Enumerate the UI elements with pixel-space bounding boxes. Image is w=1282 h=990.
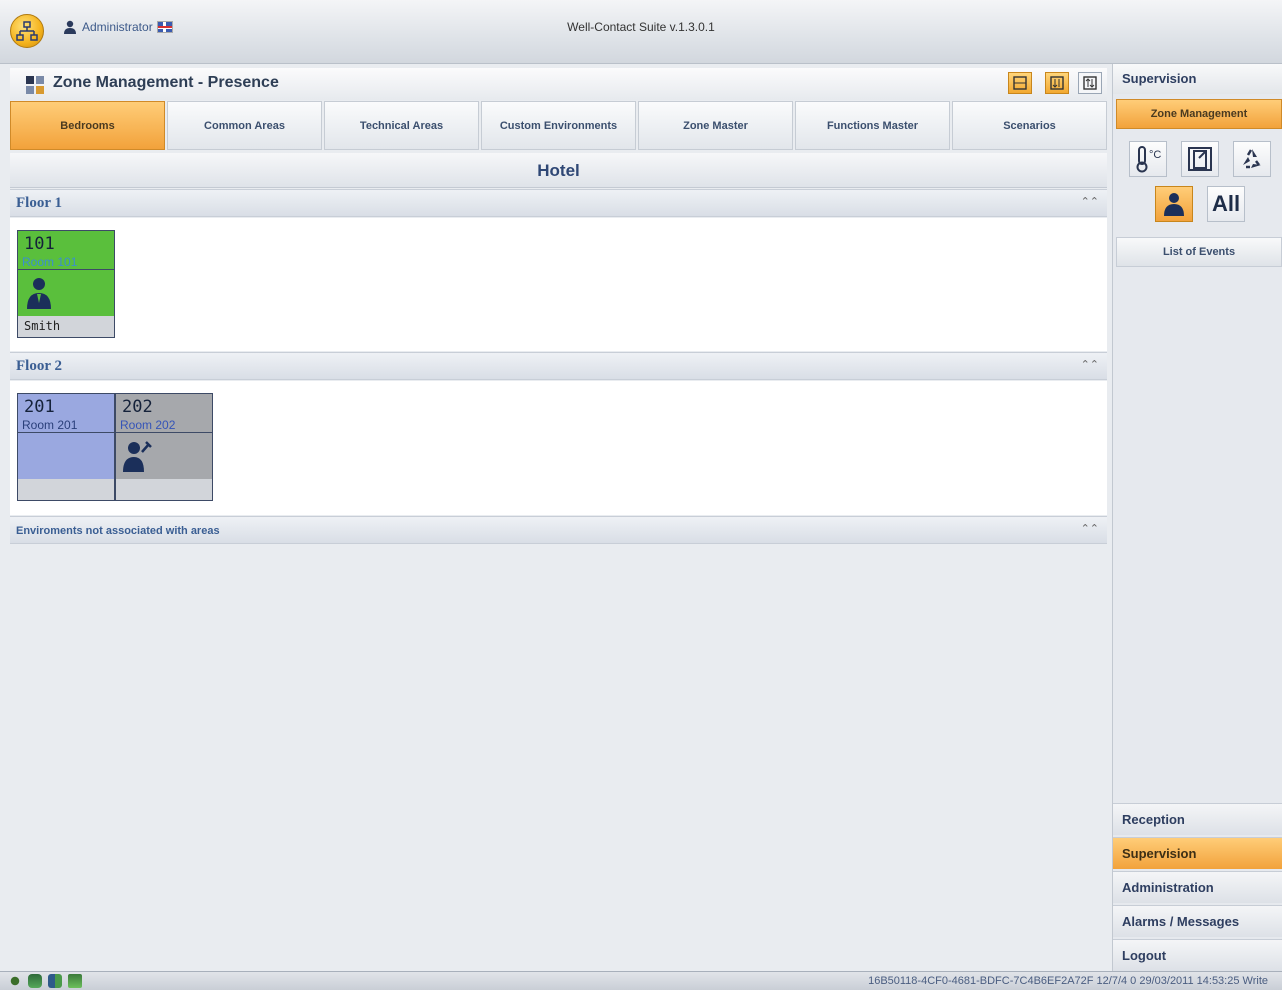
nav-supervision[interactable]: Supervision xyxy=(1113,837,1282,869)
collapse-icon[interactable]: ⌃⌃ xyxy=(1081,195,1099,208)
room-card-icon xyxy=(1013,76,1027,90)
all-label: All xyxy=(1211,191,1241,216)
room-name: Room 101 xyxy=(22,255,78,269)
sort-reverse-icon xyxy=(1083,76,1097,90)
presence-filter-button[interactable] xyxy=(1155,186,1193,222)
sort-icon xyxy=(1050,76,1064,90)
tab-scenarios[interactable]: Scenarios xyxy=(952,101,1107,150)
room-card-202[interactable]: 202 Room 202 xyxy=(115,393,213,501)
room-divider xyxy=(18,269,114,270)
floor-1-header[interactable]: Floor 1 ⌃⌃ xyxy=(10,189,1107,217)
guest-name xyxy=(116,479,212,500)
floor-2-header[interactable]: Floor 2 ⌃⌃ xyxy=(10,352,1107,380)
zone-management-icon xyxy=(26,76,44,94)
tab-custom-environments[interactable]: Custom Environments xyxy=(481,101,636,150)
sidebar: Supervision Zone Management °C All List … xyxy=(1112,64,1282,971)
status-text: 16B50118-4CF0-4681-BDFC-7C4B6EF2A72F 12/… xyxy=(868,975,1268,987)
nav-administration[interactable]: Administration xyxy=(1113,871,1282,903)
tab-functions-master[interactable]: Functions Master xyxy=(795,101,950,150)
room-divider xyxy=(18,432,114,433)
tab-zone-master[interactable]: Zone Master xyxy=(638,101,793,150)
sort-ascending-button[interactable] xyxy=(1045,72,1069,94)
device-icon xyxy=(68,974,82,988)
recycle-button[interactable] xyxy=(1233,141,1271,177)
thermometer-icon: °C xyxy=(1136,146,1161,173)
room-number: 101 xyxy=(24,234,55,254)
tab-technical-areas[interactable]: Technical Areas xyxy=(324,101,479,150)
floor-2-body: 201 Room 201 202 Room 202 xyxy=(10,381,1107,515)
floor-1-body: 101 Room 101 Smith xyxy=(10,218,1107,351)
svg-text:°C: °C xyxy=(1149,149,1161,161)
building-title: Hotel xyxy=(10,153,1107,188)
presence-icon xyxy=(1164,193,1184,216)
room-name: Room 202 xyxy=(120,418,176,432)
collapse-icon[interactable]: ⌃⌃ xyxy=(1081,358,1099,371)
room-name: Room 201 xyxy=(22,418,78,432)
section-title: Enviroments not associated with areas xyxy=(16,525,220,537)
guest-present-icon xyxy=(27,278,51,309)
main-content: Hotel Floor 1 ⌃⌃ 101 Room 101 Smith Floo… xyxy=(10,153,1107,971)
view-number-name-button[interactable] xyxy=(1008,72,1032,94)
room-number: 202 xyxy=(122,397,153,417)
room-divider xyxy=(116,432,212,433)
nav-alarms-messages[interactable]: Alarms / Messages xyxy=(1113,905,1282,937)
page-header: Zone Management - Presence xyxy=(10,68,1107,100)
room-card-101[interactable]: 101 Room 101 Smith xyxy=(17,230,115,338)
users-icon xyxy=(48,974,62,988)
room-card-201[interactable]: 201 Room 201 xyxy=(17,393,115,501)
page-title: Zone Management - Presence xyxy=(53,74,279,91)
zone-management-button[interactable]: Zone Management xyxy=(1116,99,1282,129)
room-number: 201 xyxy=(24,397,55,417)
recycle-icon xyxy=(1243,149,1261,169)
guest-name: Smith xyxy=(18,316,114,337)
window-title: Well-Contact Suite v.1.3.0.1 xyxy=(567,20,715,34)
status-bar: 16B50118-4CF0-4681-BDFC-7C4B6EF2A72F 12/… xyxy=(0,971,1282,990)
staff-present-icon xyxy=(123,441,152,472)
unassociated-environments-header[interactable]: Enviroments not associated with areas ⌃⌃ xyxy=(10,516,1107,544)
window-icon xyxy=(1188,147,1212,171)
network-icon xyxy=(8,974,22,988)
title-bar: Administrator Well-Contact Suite v.1.3.0… xyxy=(0,0,1282,64)
door-window-button[interactable] xyxy=(1181,141,1219,177)
collapse-icon[interactable]: ⌃⌃ xyxy=(1081,522,1099,535)
sort-descending-button[interactable] xyxy=(1078,72,1102,94)
all-filter-button[interactable]: All xyxy=(1207,186,1245,222)
sidebar-title: Supervision xyxy=(1113,64,1282,94)
nav-logout[interactable]: Logout xyxy=(1113,939,1282,971)
tab-bedrooms[interactable]: Bedrooms xyxy=(10,101,165,150)
nav-reception[interactable]: Reception xyxy=(1113,803,1282,835)
database-icon xyxy=(28,974,42,988)
category-tabs: Bedrooms Common Areas Technical Areas Cu… xyxy=(10,101,1107,150)
tab-common-areas[interactable]: Common Areas xyxy=(167,101,322,150)
guest-name xyxy=(18,479,114,500)
section-title: Floor 1 xyxy=(16,195,62,211)
temperature-button[interactable]: °C xyxy=(1129,141,1167,177)
list-of-events-button[interactable]: List of Events xyxy=(1116,237,1282,267)
section-title: Floor 2 xyxy=(16,358,62,374)
status-icons xyxy=(8,974,82,988)
